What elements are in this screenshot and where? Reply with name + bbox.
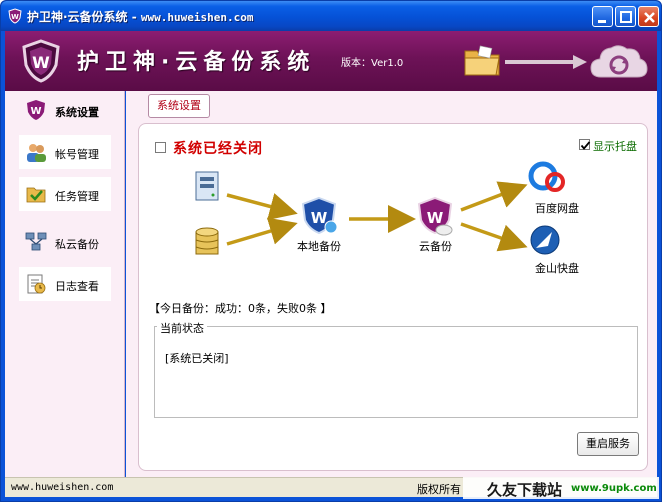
close-icon [644, 12, 655, 23]
restart-service-button[interactable]: 重启服务 [577, 432, 639, 456]
arrow-right-icon [505, 55, 587, 69]
minimize-button[interactable] [592, 6, 613, 27]
minimize-icon [598, 20, 606, 23]
folder-icon [464, 45, 500, 76]
maximize-button[interactable] [615, 6, 636, 27]
database-icon [195, 227, 219, 255]
sidebar-item-account[interactable]: 帐号管理 [19, 135, 111, 169]
watermark: 久友下载站 www.9upk.com [463, 477, 659, 499]
svg-text:W: W [11, 13, 19, 21]
log-icon [27, 274, 46, 294]
sidebar-item-label: 私云备份 [55, 238, 99, 251]
window-title: 护卫神·云备份系统 - www.huweishen.com [27, 8, 254, 25]
window-title-url: www.huweishen.com [140, 11, 254, 24]
main-content: 系统设置 系统已经关闭 显示托盘 W W 本地备份 云备份 百度网盘 金山快盘 … [126, 91, 657, 477]
baidu-label: 百度网盘 [535, 202, 579, 215]
tasks-icon [26, 187, 46, 203]
daily-backup-summary: 【今日备份：成功：0条，失败0条 】 [149, 302, 332, 315]
version-label: 版本：Ver1.0 [341, 58, 404, 69]
current-status-text: [系统已关闭] [165, 352, 229, 365]
flow-arrow [226, 193, 298, 221]
sidebar-item-system-settings[interactable]: W 系统设置 [19, 93, 111, 127]
close-button[interactable] [638, 6, 659, 27]
status-copyright: 版权所有 [417, 483, 461, 496]
sidebar-item-tasks[interactable]: 任务管理 [19, 177, 111, 211]
app-window: W 护卫神·云备份系统 - www.huweishen.com W 护卫神·云备… [0, 0, 662, 502]
sidebar-item-label: 帐号管理 [55, 148, 99, 161]
brand-title: 护卫神·云备份系统 [77, 50, 316, 75]
watermark-text: 久友下载站 [487, 481, 563, 499]
sidebar-item-private-cloud[interactable]: 私云备份 [19, 225, 111, 259]
watermark-url: www.9upk.com [571, 483, 657, 494]
flow-arrow [460, 181, 528, 212]
kingsoft-disk-icon [530, 225, 560, 255]
title-bar[interactable]: W 护卫神·云备份系统 - www.huweishen.com [1, 1, 661, 31]
settings-panel: 系统已经关闭 显示托盘 W W 本地备份 云备份 百度网盘 金山快盘 【今日备份… [138, 123, 648, 471]
cloud-backup-icon: W [417, 196, 453, 236]
current-status-legend: 当前状态 [157, 320, 207, 336]
header-banner: W 护卫神·云备份系统 版本：Ver1.0 [5, 31, 657, 91]
network-icon [25, 232, 47, 251]
baidu-cloud-icon [528, 161, 565, 192]
flow-arrow [226, 217, 298, 246]
local-backup-icon: W [301, 196, 338, 235]
sidebar: W 系统设置 帐号管理 任务管理 私云备份 日志查看 [5, 91, 125, 477]
svg-text:W: W [30, 106, 41, 117]
sidebar-item-label: 日志查看 [55, 280, 99, 293]
server-icon [195, 171, 219, 201]
window-title-text: 护卫神·云备份系统 [27, 10, 128, 24]
shield-logo-icon: W [8, 8, 22, 24]
title-separator: - [131, 10, 141, 24]
kingsoft-label: 金山快盘 [535, 262, 579, 275]
sidebar-item-label: 系统设置 [55, 106, 99, 119]
sidebar-item-logs[interactable]: 日志查看 [19, 267, 111, 301]
sidebar-item-label: 任务管理 [55, 190, 99, 203]
current-status-box [154, 326, 638, 418]
flow-arrow [460, 222, 528, 252]
users-icon [27, 144, 46, 162]
status-website: www.huweishen.com [11, 482, 114, 493]
svg-text:W: W [32, 53, 50, 72]
cloud-backup-label: 云备份 [419, 240, 452, 253]
cloud-sync-icon [590, 45, 648, 78]
settings-shield-icon: W [27, 100, 45, 120]
local-backup-label: 本地备份 [297, 240, 341, 253]
shield-logo-icon: W [22, 39, 60, 83]
tab-system-settings[interactable]: 系统设置 [148, 94, 210, 118]
svg-text:W: W [427, 209, 444, 227]
maximize-icon [620, 11, 632, 23]
